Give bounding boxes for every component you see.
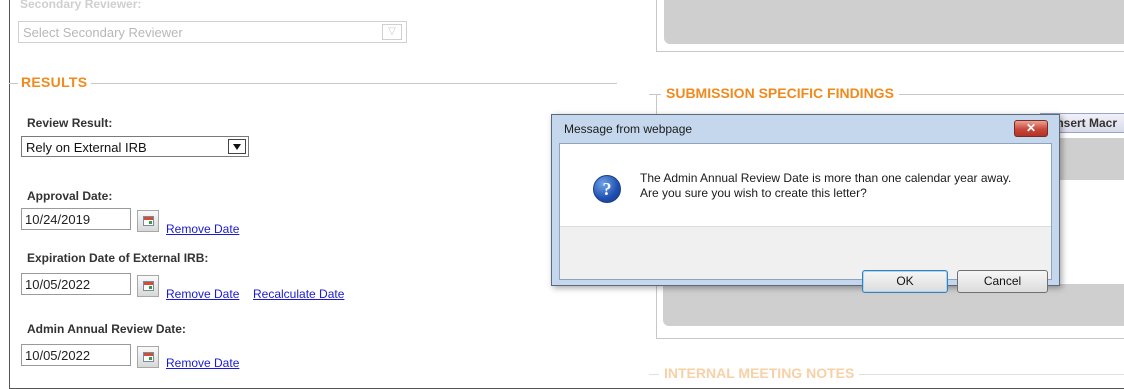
expiration-date-value: 10/05/2022	[25, 277, 91, 292]
close-icon[interactable]: ✕	[1014, 120, 1048, 137]
cancel-button[interactable]: Cancel	[957, 270, 1048, 293]
dialog-message-line2: Are you sure you wish to create this let…	[640, 186, 867, 200]
confirm-dialog: Message from webpage ✕ ? The Admin Annua…	[551, 114, 1060, 293]
expiration-date-label: Expiration Date of External IRB:	[27, 251, 209, 265]
admin-review-date-value: 10/05/2022	[25, 348, 91, 363]
ok-button[interactable]: OK	[862, 270, 948, 293]
top-text-area-panel	[656, 0, 1124, 52]
admin-review-date-label: Admin Annual Review Date:	[27, 322, 186, 336]
internal-meeting-notes-title: INTERNAL MEETING NOTES	[659, 365, 860, 381]
dialog-message-line1: The Admin Annual Review Date is more tha…	[640, 171, 1012, 185]
calendar-icon[interactable]	[137, 210, 159, 232]
review-result-select[interactable]: Rely on External IRB	[21, 136, 249, 157]
calendar-icon[interactable]	[137, 275, 159, 297]
ssf-section-title: SUBMISSION SPECIFIC FINDINGS	[661, 85, 899, 101]
chevron-down-icon: ▽	[382, 24, 402, 40]
help-icon: ?	[593, 175, 621, 203]
dropdown-arrow-icon	[228, 139, 246, 154]
approval-remove-date-link[interactable]: Remove Date	[166, 222, 239, 236]
recalculate-date-link[interactable]: Recalculate Date	[253, 287, 344, 301]
approval-date-input[interactable]: 10/24/2019	[21, 208, 131, 230]
admin-review-date-input[interactable]: 10/05/2022	[21, 344, 131, 366]
secondary-reviewer-label: Secondary Reviewer:	[20, 0, 142, 11]
approval-date-label: Approval Date:	[27, 189, 113, 203]
approval-date-value: 10/24/2019	[25, 212, 91, 227]
dialog-body: ? The Admin Annual Review Date is more t…	[559, 143, 1052, 293]
results-section-border	[9, 83, 617, 84]
review-result-label: Review Result:	[27, 116, 113, 130]
expiration-date-input[interactable]: 10/05/2022	[21, 273, 131, 295]
calendar-icon[interactable]	[137, 346, 159, 368]
secondary-reviewer-select[interactable]: Select Secondary Reviewer ▽	[18, 21, 407, 43]
dialog-message: The Admin Annual Review Date is more tha…	[640, 171, 1011, 201]
review-result-value: Rely on External IRB	[26, 140, 147, 155]
admin-remove-date-link[interactable]: Remove Date	[166, 356, 239, 370]
secondary-reviewer-placeholder: Select Secondary Reviewer	[23, 25, 183, 40]
expiration-remove-date-link[interactable]: Remove Date	[166, 287, 239, 301]
dialog-title: Message from webpage	[564, 122, 693, 136]
results-section-title: RESULTS	[18, 74, 92, 90]
